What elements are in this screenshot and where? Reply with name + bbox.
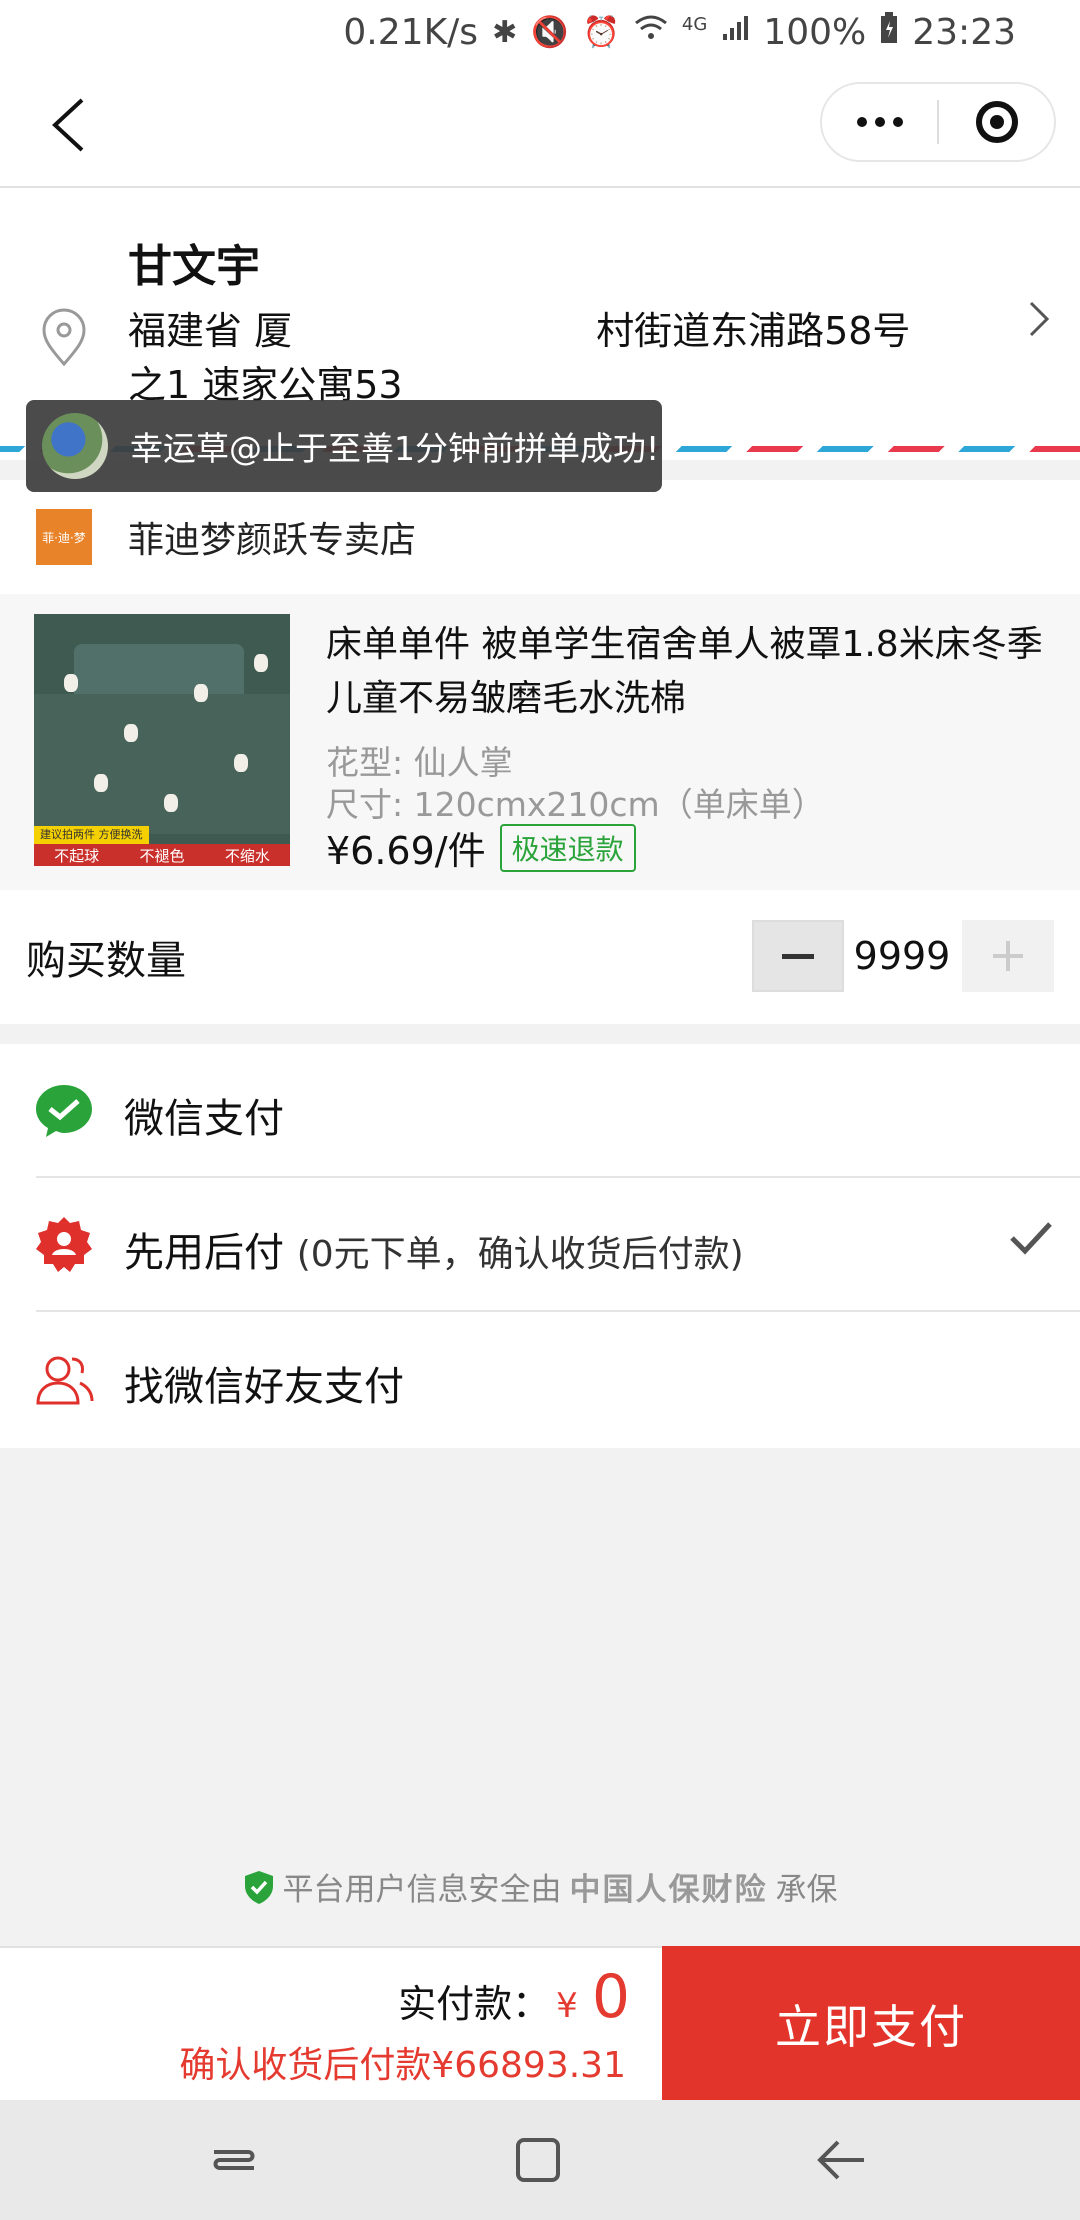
quantity-value[interactable]: 9999 (850, 920, 954, 992)
battery-icon (880, 11, 898, 53)
more-button[interactable] (822, 84, 937, 160)
image-band: 不起球 不褪色 不缩水 (34, 844, 290, 866)
close-miniprogram-button[interactable] (939, 84, 1054, 160)
store-logo: 菲·迪·梦 (36, 509, 92, 565)
store-name: 菲迪梦颜跃专卖店 (128, 520, 417, 561)
battery-percent: 100% (763, 11, 867, 53)
chevron-right-icon (1029, 301, 1050, 337)
alarm-icon: ⏰ (582, 14, 620, 50)
increase-button[interactable] (962, 920, 1054, 992)
image-tip: 建议拍两件 方便换洗 (34, 826, 149, 844)
network-speed: 0.21K/s (343, 11, 479, 53)
payment-later-label: 先用后付 (0元下单，确认收货后付款) (124, 1230, 744, 1276)
mute-icon: 🔇 (531, 14, 569, 50)
product-size: 尺寸: 120cmx210cm（单床单） (326, 785, 825, 824)
chevron-left-icon (52, 98, 84, 152)
payment-wechat[interactable]: 微信支付 (0, 1044, 1080, 1178)
product-title: 床单单件 被单学生宿舍单人被罩1.8米床冬季儿童不易皱磨毛水洗棉 (326, 624, 1043, 719)
recent-apps-icon[interactable] (204, 2130, 264, 2190)
checkout-bar: 实付款： ¥ 0 确认收货后付款¥66893.31 立即支付 (0, 1946, 1080, 2102)
wifi-icon (634, 14, 668, 50)
pay-later-note: 确认收货后付款¥66893.31 (179, 2045, 626, 2086)
status-bar: 0.21K/s ✱ 🔇 ⏰ 4G 100% 23:23 (0, 0, 1080, 64)
payment-options: 微信支付 先用后付 (0元下单，确认收货后付款) 找微信好友支付 (0, 1044, 1080, 1448)
product-card: 建议拍两件 方便换洗 不起球 不褪色 不缩水 床单单件 被单学生宿舍单人被罩1.… (0, 594, 1080, 890)
total-label: 实付款： (398, 1982, 551, 2026)
currency-symbol: ¥ (556, 1986, 578, 2026)
product-price-row: ¥6.69/件 极速退款 (326, 820, 636, 875)
bluetooth-icon: ✱ (492, 14, 518, 50)
payment-later-subtext: (0元下单，确认收货后付款) (296, 1234, 744, 1275)
store-row[interactable]: 菲·迪·梦 菲迪梦颜跃专卖店 (0, 480, 1080, 594)
group-buy-toast: 幸运草@止于至善1分钟前拼单成功! (26, 400, 662, 492)
toast-text: 幸运草@止于至善1分钟前拼单成功! (130, 429, 660, 468)
clock: 23:23 (912, 11, 1016, 53)
location-pin-icon (42, 308, 86, 366)
refund-badge: 极速退款 (499, 823, 636, 872)
more-dots-icon (856, 117, 867, 127)
target-icon (975, 101, 1018, 143)
minus-icon (782, 953, 814, 959)
address-line: 福建省 厦 村街道东浦路58号之1 速家公寓53 (128, 309, 911, 407)
checkmark-icon (1010, 1222, 1052, 1255)
shield-check-icon (244, 1870, 273, 1904)
total-line: 实付款： ¥ 0 (398, 1962, 630, 2032)
back-arrow-icon[interactable] (812, 2130, 872, 2190)
payment-later[interactable]: 先用后付 (0元下单，确认收货后付款) (0, 1178, 1080, 1312)
quantity-row: 购买数量 9999 (0, 890, 1080, 1024)
nav-bar (0, 64, 1080, 186)
security-note: 平台用户信息安全由 中国人保财险 承保 (0, 1864, 1080, 1909)
payment-friend-label: 找微信好友支付 (124, 1364, 404, 1410)
status-icons: ✱ 🔇 ⏰ 4G (492, 14, 749, 50)
insurer-brand: 中国人保财险 (569, 1872, 768, 1908)
quantity-label: 购买数量 (26, 938, 186, 984)
system-nav-bar (0, 2100, 1080, 2220)
wechat-pay-icon (36, 1085, 92, 1137)
payment-wechat-label: 微信支付 (124, 1096, 284, 1142)
miniprogram-capsule (820, 82, 1056, 162)
product-price: ¥6.69/件 (326, 829, 486, 873)
signal-icon (721, 14, 749, 50)
home-icon[interactable] (508, 2130, 568, 2190)
recipient-name: 甘文宇 (128, 241, 260, 292)
payment-friend[interactable]: 找微信好友支付 (0, 1312, 1080, 1446)
avatar (42, 413, 108, 479)
friends-icon (36, 1356, 94, 1405)
badge-user-icon (36, 1217, 92, 1272)
pay-now-button[interactable]: 立即支付 (662, 1946, 1080, 2102)
decrease-button[interactable] (752, 920, 844, 992)
product-pattern: 花型: 仙人掌 (326, 743, 513, 782)
back-button[interactable] (38, 92, 98, 158)
product-image[interactable]: 建议拍两件 方便换洗 不起球 不褪色 不缩水 (34, 614, 290, 866)
network-type: 4G (681, 14, 708, 35)
total-amount: 0 (591, 1962, 630, 2032)
